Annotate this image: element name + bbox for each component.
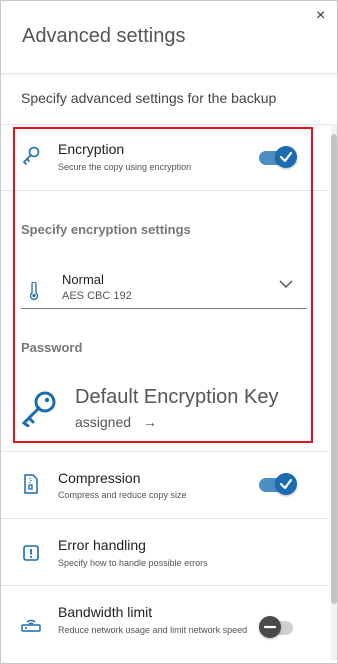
encryption-key-title[interactable]: Default Encryption Key xyxy=(75,386,278,409)
bandwidth-row: Bandwidth limit Reduce network usage and… xyxy=(1,586,329,662)
compression-row: Compression Compress and reduce copy siz… xyxy=(1,452,329,517)
error-handling-title: Error handling xyxy=(58,537,146,553)
check-icon xyxy=(279,478,293,490)
compression-description: Compress and reduce copy size xyxy=(58,490,187,500)
scrollbar-thumb[interactable] xyxy=(331,134,337,604)
bandwidth-toggle[interactable] xyxy=(259,616,297,638)
error-handling-row[interactable]: Error handling Specify how to handle pos… xyxy=(1,519,329,585)
dialog-subtitle: Specify advanced settings for the backup xyxy=(21,90,277,106)
check-icon xyxy=(279,151,293,163)
select-value: AES CBC 192 xyxy=(62,290,132,302)
select-label: Normal xyxy=(62,272,104,287)
thermometer-icon xyxy=(29,282,39,300)
chevron-down-icon xyxy=(279,280,293,289)
archive-file-icon xyxy=(24,474,38,494)
toggle-knob xyxy=(275,146,297,168)
encryption-toggle[interactable] xyxy=(259,146,297,168)
encryption-description: Secure the copy using encryption xyxy=(58,162,192,172)
encryption-settings-label: Specify encryption settings xyxy=(21,222,191,237)
encryption-level-select[interactable]: Normal AES CBC 192 xyxy=(21,262,307,309)
encryption-key-status[interactable]: assigned → xyxy=(75,414,157,430)
error-handling-description: Specify how to handle possible errors xyxy=(58,558,208,568)
password-label: Password xyxy=(21,340,83,355)
arrow-right-icon: → xyxy=(142,414,157,430)
compression-title: Compression xyxy=(58,470,141,486)
toggle-knob xyxy=(259,616,281,638)
compression-toggle[interactable] xyxy=(259,473,297,495)
divider xyxy=(1,190,329,191)
dialog-title: Advanced settings xyxy=(22,25,186,47)
minus-icon xyxy=(263,625,277,629)
bandwidth-description: Reduce network usage and limit network s… xyxy=(58,625,248,635)
error-icon xyxy=(23,545,39,561)
toggle-knob xyxy=(275,473,297,495)
key-status-text: assigned xyxy=(75,414,132,430)
encryption-row: Encryption Secure the copy using encrypt… xyxy=(1,125,329,190)
key-icon xyxy=(21,391,56,427)
encryption-title: Encryption xyxy=(58,141,125,157)
bandwidth-title: Bandwidth limit xyxy=(58,604,153,620)
dialog-header: Advanced settings × xyxy=(1,1,337,74)
router-icon xyxy=(21,619,41,632)
close-icon[interactable]: × xyxy=(316,8,325,24)
key-icon xyxy=(22,146,40,165)
